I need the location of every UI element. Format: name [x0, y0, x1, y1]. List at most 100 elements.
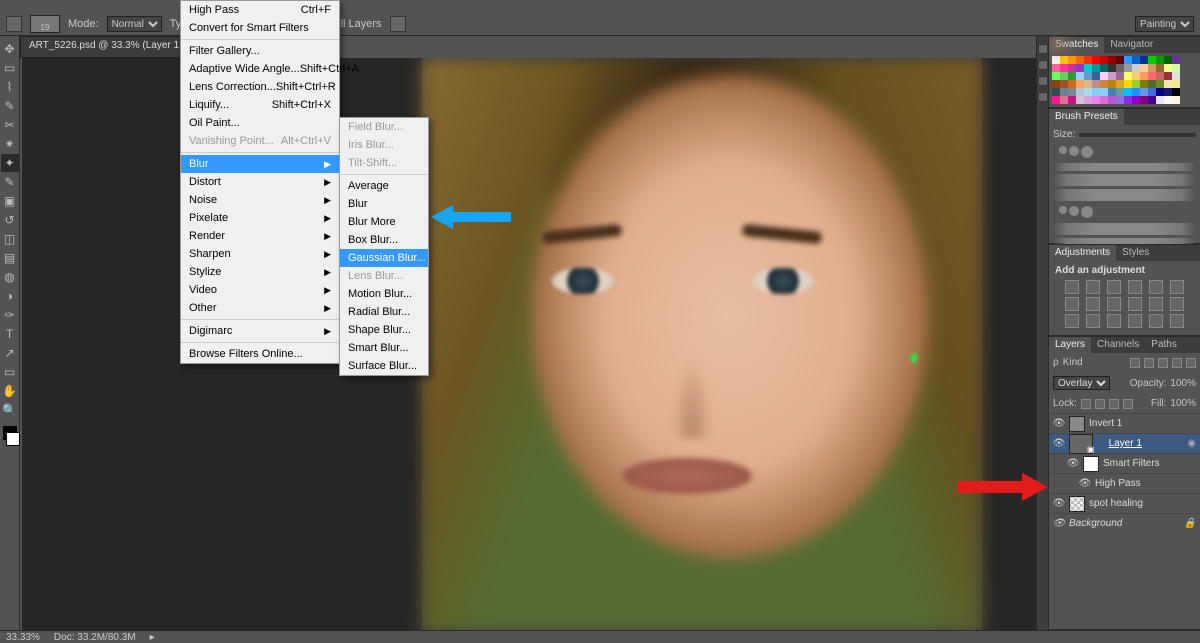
swatch[interactable] [1052, 80, 1060, 88]
brush-size-slider[interactable] [1079, 133, 1196, 137]
filter-adj-icon[interactable] [1144, 358, 1154, 368]
swatch[interactable] [1100, 88, 1108, 96]
menu-item-adaptive-wide-angle-[interactable]: Adaptive Wide Angle...Shift+Ctrl+A [181, 60, 339, 78]
opacity-value[interactable]: 100% [1170, 378, 1196, 389]
menu-item-liquify-[interactable]: Liquify...Shift+Ctrl+X [181, 96, 339, 114]
swatch[interactable] [1116, 88, 1124, 96]
swatch[interactable] [1172, 64, 1180, 72]
swatch[interactable] [1148, 80, 1156, 88]
eye-icon[interactable]: 👁 [1067, 458, 1079, 470]
layer-row[interactable]: 👁Invert 1 [1049, 413, 1200, 433]
crop-tool[interactable]: ✂ [1, 116, 19, 134]
quickselect-tool[interactable]: ✎ [1, 97, 19, 115]
document-canvas[interactable] [422, 58, 982, 630]
swatch[interactable] [1092, 72, 1100, 80]
menu-item-filter-gallery-[interactable]: Filter Gallery... [181, 42, 339, 60]
swatch[interactable] [1060, 96, 1068, 104]
layer-row[interactable]: 👁Background🔒 [1049, 513, 1200, 533]
hand-tool[interactable]: ✋ [1, 382, 19, 400]
colorlookup-icon[interactable] [1128, 297, 1142, 311]
swatch[interactable] [1148, 96, 1156, 104]
swatch[interactable] [1140, 80, 1148, 88]
healing-brush-tool[interactable]: ✦ [1, 154, 19, 172]
swatch[interactable] [1148, 56, 1156, 64]
posterize-icon[interactable] [1170, 297, 1184, 311]
swatch[interactable] [1076, 96, 1084, 104]
menu-item-blur-more[interactable]: Blur More [340, 213, 428, 231]
brush-tool[interactable]: ✎ [1, 173, 19, 191]
swatch[interactable] [1076, 80, 1084, 88]
swatch[interactable] [1164, 80, 1172, 88]
bw-icon[interactable] [1065, 297, 1079, 311]
gradient-tool[interactable]: ▤ [1, 249, 19, 267]
lock-pos-icon[interactable] [1109, 399, 1119, 409]
brush-preset-item[interactable] [1053, 189, 1196, 201]
menu-item-gaussian-blur-[interactable]: Gaussian Blur... [340, 249, 428, 267]
swatch[interactable] [1156, 80, 1164, 88]
swatch[interactable] [1140, 64, 1148, 72]
swatch[interactable] [1052, 96, 1060, 104]
swatch[interactable] [1100, 96, 1108, 104]
tab-brush-presets[interactable]: Brush Presets [1049, 109, 1124, 125]
blend-mode-select[interactable]: Overlay [1053, 376, 1110, 390]
menu-item-render[interactable]: Render▶ [181, 227, 339, 245]
menu-item-oil-paint-[interactable]: Oil Paint... [181, 114, 339, 132]
swatch[interactable] [1124, 96, 1132, 104]
history-brush-tool[interactable]: ↺ [1, 211, 19, 229]
swatch[interactable] [1068, 64, 1076, 72]
blur-tool[interactable]: ◍ [1, 268, 19, 286]
swatch[interactable] [1124, 56, 1132, 64]
marquee-tool[interactable]: ▭ [1, 59, 19, 77]
gradmap-icon[interactable] [1086, 314, 1100, 328]
swatch[interactable] [1148, 88, 1156, 96]
menu-item-radial-blur-[interactable]: Radial Blur... [340, 303, 428, 321]
swatch[interactable] [1116, 72, 1124, 80]
menu-item-stylize[interactable]: Stylize▶ [181, 263, 339, 281]
menu-item-other[interactable]: Other▶ [181, 299, 339, 317]
levels-icon[interactable] [1086, 280, 1100, 294]
status-arrow-icon[interactable]: ▸ [150, 632, 155, 643]
swatch[interactable] [1068, 56, 1076, 64]
swatch[interactable] [1140, 88, 1148, 96]
swatch[interactable] [1068, 72, 1076, 80]
dodge-tool[interactable]: ◑ [1, 287, 19, 305]
swatch[interactable] [1084, 72, 1092, 80]
swatch[interactable] [1172, 80, 1180, 88]
lock-trans-icon[interactable] [1081, 399, 1091, 409]
fill-value[interactable]: 100% [1170, 398, 1196, 409]
eraser-tool[interactable]: ◫ [1, 230, 19, 248]
layer-row[interactable]: 👁▣Layer 1◉ [1049, 433, 1200, 453]
swatch[interactable] [1140, 72, 1148, 80]
swatch[interactable] [1076, 72, 1084, 80]
workspace-select[interactable]: Painting [1135, 16, 1194, 32]
swatch[interactable] [1100, 80, 1108, 88]
swatch[interactable] [1172, 96, 1180, 104]
layer-row[interactable]: 👁High Pass [1049, 473, 1200, 493]
swatch[interactable] [1164, 96, 1172, 104]
swatch[interactable] [1084, 96, 1092, 104]
brush-preset-item[interactable] [1053, 223, 1196, 235]
tab-layers[interactable]: Layers [1049, 337, 1091, 353]
swatch[interactable] [1116, 64, 1124, 72]
swatch[interactable] [1140, 56, 1148, 64]
swatch[interactable] [1052, 56, 1060, 64]
swatch[interactable] [1084, 80, 1092, 88]
menu-item-high-pass[interactable]: High PassCtrl+F [181, 1, 339, 19]
path-tool[interactable]: ↗ [1, 344, 19, 362]
menu-item-sharpen[interactable]: Sharpen▶ [181, 245, 339, 263]
tab-navigator[interactable]: Navigator [1104, 37, 1159, 53]
swatch[interactable] [1068, 96, 1076, 104]
menu-item-shape-blur-[interactable]: Shape Blur... [340, 321, 428, 339]
swatch[interactable] [1108, 64, 1116, 72]
menu-item-distort[interactable]: Distort▶ [181, 173, 339, 191]
swatch[interactable] [1076, 56, 1084, 64]
swatch[interactable] [1156, 88, 1164, 96]
canvas-area[interactable] [22, 58, 1048, 630]
swatch[interactable] [1164, 64, 1172, 72]
swatch[interactable] [1108, 80, 1116, 88]
menu-item-digimarc[interactable]: Digimarc▶ [181, 322, 339, 340]
swatch[interactable] [1132, 72, 1140, 80]
mini-panel-icon[interactable] [1038, 76, 1048, 86]
menu-item-smart-blur-[interactable]: Smart Blur... [340, 339, 428, 357]
swatch[interactable] [1124, 64, 1132, 72]
